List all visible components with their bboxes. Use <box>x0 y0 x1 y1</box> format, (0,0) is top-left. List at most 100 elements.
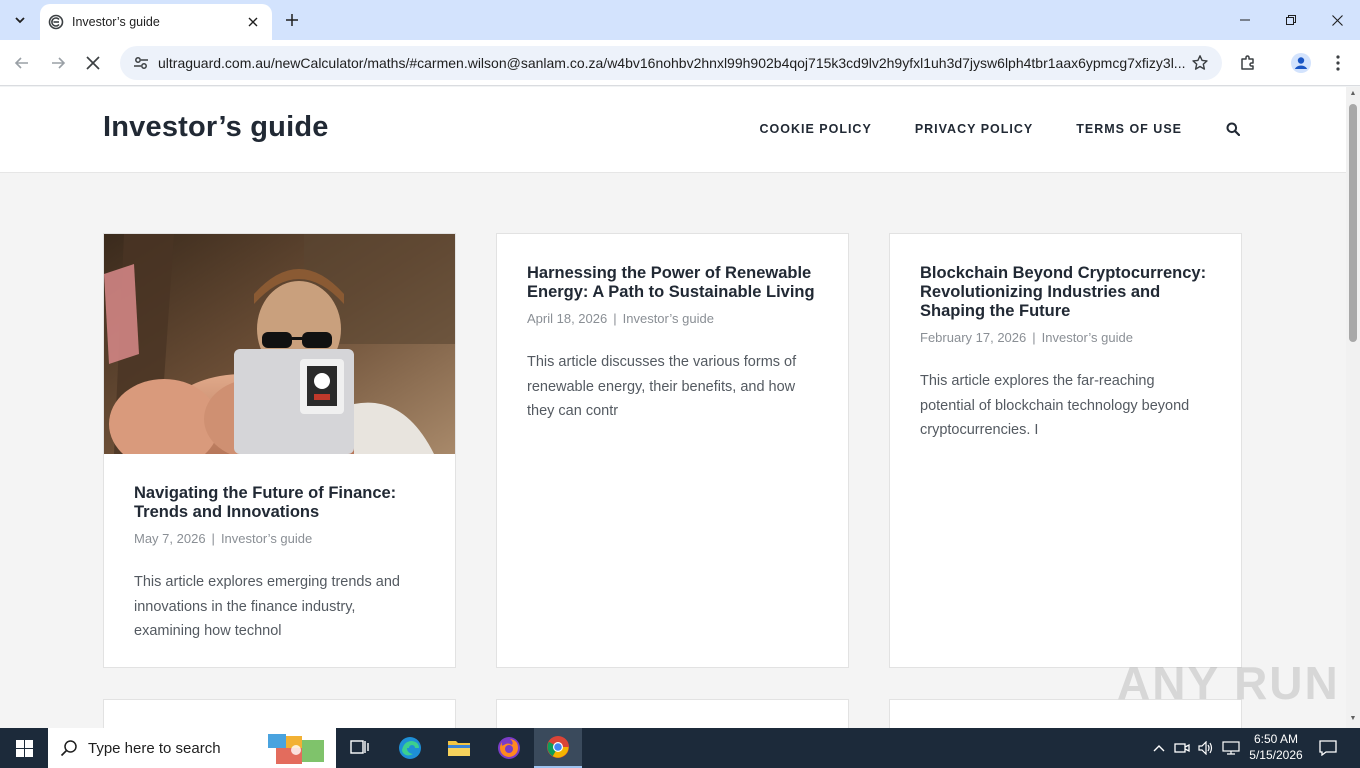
url-path: /newCalculator/maths/#carmen.wilson@sanl… <box>270 55 1186 71</box>
start-button[interactable] <box>0 728 48 768</box>
search-icon <box>1226 122 1240 136</box>
meta-separator: | <box>211 531 215 546</box>
arrow-left-icon <box>14 57 28 69</box>
new-tab-button[interactable] <box>280 8 304 32</box>
browser-tab-active[interactable]: Investor’s guide <box>40 4 272 40</box>
close-window-button[interactable] <box>1314 0 1360 40</box>
url-text[interactable]: ultraguard.com.au/newCalculator/maths/#c… <box>158 55 1188 71</box>
post-card: Navigating the Future of Finance: Trends… <box>103 233 456 668</box>
site-title[interactable]: Investor’s guide <box>103 111 329 144</box>
post-category[interactable]: Investor’s guide <box>221 531 312 546</box>
meta-separator: | <box>1032 330 1036 345</box>
chrome-app-button[interactable] <box>534 728 582 768</box>
site-favicon-icon <box>48 14 64 30</box>
browser-tab-bar: Investor’s guide <box>0 0 1360 40</box>
post-excerpt: This article explores emerging trends an… <box>134 574 400 639</box>
chevron-up-icon <box>1153 745 1165 752</box>
address-bar[interactable]: ultraguard.com.au/newCalculator/maths/#c… <box>120 46 1222 80</box>
stop-loading-button[interactable] <box>79 49 107 77</box>
nav-terms-of-use[interactable]: TERMS OF USE <box>1076 122 1182 136</box>
scrollbar-thumb[interactable] <box>1349 104 1357 342</box>
forward-button[interactable] <box>44 49 72 77</box>
taskbar-search-placeholder: Type here to search <box>88 739 221 757</box>
folder-icon <box>448 741 470 756</box>
post-meta: February 17, 2026 | Investor’s guide <box>920 330 1211 345</box>
site-settings-icon[interactable] <box>130 52 152 74</box>
clock-date: 5/15/2026 <box>1249 748 1303 762</box>
post-card: Harnessing the Power of Renewable Energy… <box>496 233 849 668</box>
url-host: ultraguard.com.au <box>158 55 271 71</box>
window-controls <box>1222 0 1360 40</box>
search-icon <box>60 740 77 757</box>
post-date: May 7, 2026 <box>134 531 206 546</box>
firefox-icon <box>498 737 520 759</box>
volume-button[interactable] <box>1196 728 1216 768</box>
bookmark-star-icon[interactable] <box>1188 51 1212 75</box>
post-thumbnail[interactable] <box>104 234 455 454</box>
post-body: Navigating the Future of Finance: Trends… <box>104 454 455 644</box>
windows-logo-icon <box>15 739 33 757</box>
scroll-up-icon[interactable]: ▲ <box>1349 90 1357 98</box>
close-icon <box>86 56 100 70</box>
taskbar-search-box[interactable]: Type here to search <box>48 728 336 768</box>
scroll-down-icon[interactable]: ▼ <box>1349 715 1357 723</box>
post-excerpt: This article explores the far-reaching p… <box>920 373 1190 438</box>
meet-now-button[interactable] <box>1172 728 1192 768</box>
site-header: Investor’s guide COOKIE POLICY PRIVACY P… <box>0 87 1346 173</box>
task-view-icon <box>350 740 369 754</box>
tab-search-button[interactable] <box>8 8 32 32</box>
notification-icon <box>1319 740 1337 756</box>
post-card[interactable] <box>103 699 456 728</box>
arrow-right-icon <box>52 57 66 69</box>
puzzle-icon <box>1241 55 1254 70</box>
meta-separator: | <box>613 311 617 326</box>
browser-menu-button[interactable] <box>1324 49 1352 77</box>
network-button[interactable] <box>1220 728 1242 768</box>
minimize-icon <box>1240 19 1250 21</box>
post-body: Harnessing the Power of Renewable Energy… <box>497 234 848 424</box>
show-hidden-icons-button[interactable] <box>1150 728 1168 768</box>
network-icon <box>1222 741 1240 755</box>
post-title[interactable]: Harnessing the Power of Renewable Energy… <box>527 264 818 302</box>
edge-icon <box>399 737 421 759</box>
task-view-button[interactable] <box>336 728 384 768</box>
page-scrollbar[interactable]: ▲ ▼ <box>1346 87 1360 728</box>
browser-toolbar: ultraguard.com.au/newCalculator/maths/#c… <box>0 40 1360 86</box>
profile-button[interactable] <box>1287 49 1315 77</box>
search-highlight-icon <box>268 734 324 764</box>
post-category[interactable]: Investor’s guide <box>623 311 714 326</box>
site-search-button[interactable] <box>1226 121 1242 137</box>
post-card[interactable] <box>496 699 849 728</box>
plus-icon <box>286 14 298 26</box>
extensions-button[interactable] <box>1234 49 1262 77</box>
nav-cookie-policy[interactable]: COOKIE POLICY <box>759 122 871 136</box>
firefox-app-button[interactable] <box>485 728 533 768</box>
camera-icon <box>1174 743 1190 753</box>
post-body: Blockchain Beyond Cryptocurrency: Revolu… <box>890 234 1241 443</box>
close-icon <box>1331 14 1343 26</box>
back-button[interactable] <box>8 49 36 77</box>
close-tab-icon[interactable] <box>244 13 262 31</box>
taskbar-clock[interactable]: 6:50 AM 5/15/2026 <box>1244 731 1308 763</box>
minimize-button[interactable] <box>1222 0 1268 40</box>
post-excerpt: This article discusses the various forms… <box>527 354 797 419</box>
chevron-down-icon <box>15 17 25 24</box>
post-title[interactable]: Navigating the Future of Finance: Trends… <box>134 484 425 522</box>
post-card: Blockchain Beyond Cryptocurrency: Revolu… <box>889 233 1242 668</box>
windows-taskbar: Type here to search 6:50 AM 5/15/2026 <box>0 728 1360 768</box>
clock-time: 6:50 AM <box>1253 732 1299 746</box>
notifications-button[interactable] <box>1316 728 1340 768</box>
site-nav: COOKIE POLICY PRIVACY POLICY TERMS OF US… <box>716 121 1242 137</box>
restore-icon <box>1286 15 1296 25</box>
file-explorer-button[interactable] <box>435 728 483 768</box>
post-category[interactable]: Investor’s guide <box>1042 330 1133 345</box>
avatar-icon <box>1291 53 1311 73</box>
post-meta: May 7, 2026 | Investor’s guide <box>134 531 425 546</box>
post-title[interactable]: Blockchain Beyond Cryptocurrency: Revolu… <box>920 264 1211 321</box>
post-meta: April 18, 2026 | Investor’s guide <box>527 311 818 326</box>
tab-title: Investor’s guide <box>72 15 160 29</box>
restore-button[interactable] <box>1268 0 1314 40</box>
page-viewport: Investor’s guide COOKIE POLICY PRIVACY P… <box>0 87 1346 728</box>
edge-app-button[interactable] <box>386 728 434 768</box>
nav-privacy-policy[interactable]: PRIVACY POLICY <box>915 122 1033 136</box>
